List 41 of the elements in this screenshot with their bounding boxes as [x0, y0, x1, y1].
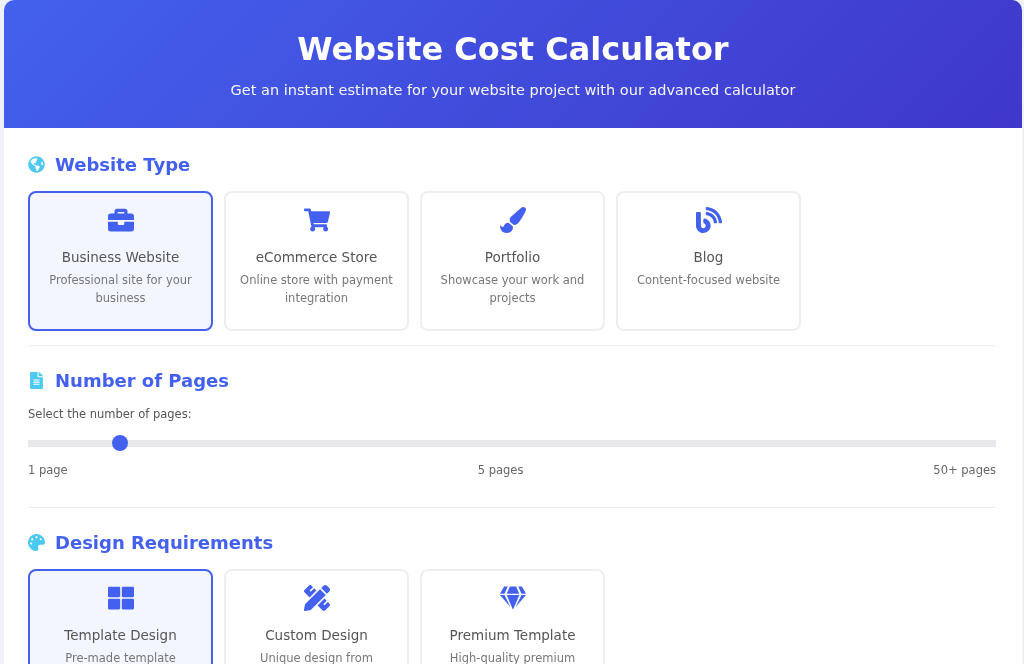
option-title: Premium Template	[449, 627, 576, 643]
slider-tick-label: 50+ pages	[933, 463, 996, 477]
option-card[interactable]: Premium Template High-quality premium	[420, 569, 605, 664]
option-description: High-quality premium	[449, 650, 576, 664]
option-title: Business Website	[61, 249, 180, 265]
option-card[interactable]: Portfolio Showcase your work and projects	[420, 191, 605, 331]
option-title: Portfolio	[484, 249, 541, 265]
option-description: Content-focused website	[636, 272, 781, 289]
grid-icon	[107, 585, 134, 611]
option-title: Custom Design	[265, 627, 368, 643]
option-card[interactable]: Template Design Pre-made template	[28, 569, 213, 664]
section-title: Number of Pages	[55, 370, 229, 391]
cart-icon	[303, 207, 330, 233]
option-card[interactable]: eCommerce Store Online store with payment integration	[224, 191, 409, 331]
globe-icon	[28, 156, 45, 173]
option-description: Professional site for your business	[48, 272, 193, 307]
slider-tick-label: 1 page	[28, 463, 68, 477]
option-description: Pre-made template	[65, 650, 176, 664]
option-card[interactable]: Business Website Professional site for your business	[28, 191, 213, 331]
page-title: Website Cost Calculator	[297, 30, 729, 68]
palette-icon	[28, 534, 45, 551]
pencil-ruler-icon	[303, 585, 330, 611]
option-card[interactable]: Blog Content-focused website	[616, 191, 801, 331]
section-title: Website Type	[55, 154, 191, 175]
document-icon	[28, 372, 45, 389]
option-description: Showcase your work and projects	[439, 272, 586, 307]
blog-icon	[695, 207, 722, 233]
option-title: Template Design	[64, 627, 177, 643]
option-title: Blog	[693, 249, 724, 265]
option-card[interactable]: Custom Design Unique design from	[224, 569, 409, 664]
option-description: Online store with payment integration	[239, 272, 394, 307]
slider-label: Select the number of pages:	[28, 407, 193, 421]
option-title: eCommerce Store	[255, 249, 378, 265]
slider-thumb[interactable]	[111, 435, 128, 451]
slider-tick-label: 5 pages	[477, 463, 524, 477]
paintbrush-icon	[499, 207, 526, 233]
page-subtitle: Get an instant estimate for your website project with our advanced calculator	[230, 82, 796, 98]
briefcase-icon	[107, 207, 134, 233]
gem-icon	[499, 585, 526, 611]
section-title: Design Requirements	[55, 532, 274, 553]
option-description: Unique design from	[260, 650, 373, 664]
